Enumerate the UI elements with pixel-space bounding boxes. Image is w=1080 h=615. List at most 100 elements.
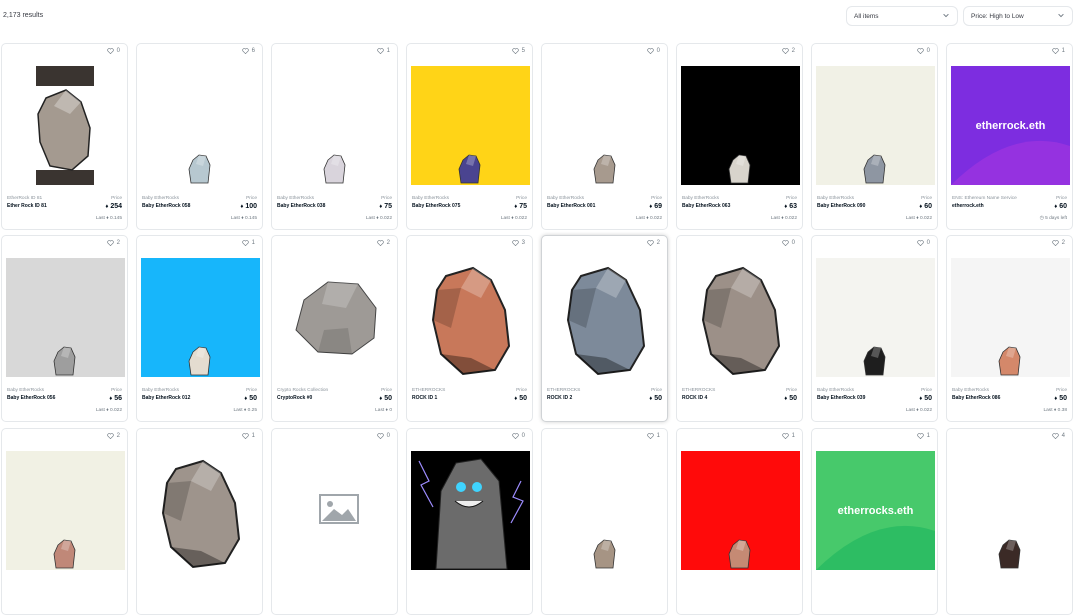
asset-card[interactable]: 1 [676,428,803,615]
asset-card[interactable]: 0 Baby EtherRocks Baby EtherRock 090 Price ♦… [811,43,938,230]
asset-name[interactable]: Ether Rock ID 81 [7,203,47,209]
favorite-button[interactable]: 2 [107,240,120,246]
asset-name[interactable]: etherrock.eth [952,203,984,209]
asset-image[interactable] [681,258,800,377]
asset-name[interactable]: Baby EtherRock 001 [547,203,595,209]
collection-name[interactable]: Baby EtherRocks [142,196,179,201]
favorite-button[interactable]: 0 [377,433,390,439]
asset-card[interactable]: 0 [406,428,533,615]
favorite-button[interactable]: 1 [242,433,255,439]
favorite-button[interactable]: 1 [647,433,660,439]
asset-card[interactable]: 2 Baby EtherRocks Baby EtherRock 056 Price ♦… [1,235,128,422]
collection-name[interactable]: Baby EtherRocks [277,196,314,201]
favorite-button[interactable]: 0 [917,48,930,54]
asset-image[interactable] [546,451,665,570]
asset-image[interactable]: etherrock.eth [951,66,1070,185]
collection-name[interactable]: ETHERROCKS [412,388,445,393]
favorite-button[interactable]: 0 [647,48,660,54]
favorite-button[interactable]: 1 [917,433,930,439]
collection-name[interactable]: Baby EtherRocks [547,196,584,201]
asset-name[interactable]: Baby EtherRock 075 [412,203,460,209]
asset-card[interactable]: 1 etherrock.eth ENS: Ethereum Name Service… [946,43,1073,230]
asset-name[interactable]: Baby EtherRock 039 [817,395,865,401]
favorite-button[interactable]: 0 [917,240,930,246]
asset-card[interactable]: 5 Baby EtherRocks Baby EtherRock 075 Price ♦… [406,43,533,230]
collection-name[interactable]: Baby EtherRocks [142,388,179,393]
favorite-button[interactable]: 1 [1052,48,1065,54]
asset-card[interactable]: 2 ETHERROCKS ROCK ID 2 Price ♦ 50 [541,235,668,422]
asset-image[interactable] [411,66,530,185]
favorite-button[interactable]: 1 [782,433,795,439]
collection-name[interactable]: Baby EtherRocks [682,196,719,201]
asset-name[interactable]: Baby EtherRock 086 [952,395,1000,401]
asset-image[interactable] [546,66,665,185]
collection-name[interactable]: Baby EtherRocks [817,196,854,201]
asset-image[interactable] [951,451,1070,570]
asset-card[interactable]: 4 [946,428,1073,615]
favorite-button[interactable]: 1 [242,240,255,246]
asset-name[interactable]: ROCK ID 4 [682,395,707,401]
asset-card[interactable]: 2 [1,428,128,615]
collection-name[interactable]: Baby EtherRocks [412,196,449,201]
asset-image[interactable] [411,258,530,377]
asset-card[interactable]: 0 Baby EtherRocks Baby EtherRock 039 Price ♦… [811,235,938,422]
asset-name[interactable]: Baby EtherRock 012 [142,395,190,401]
favorite-button[interactable]: 0 [782,240,795,246]
favorite-button[interactable]: 3 [512,240,525,246]
asset-image[interactable] [276,66,395,185]
asset-image[interactable] [276,451,395,570]
asset-card[interactable]: 2 Baby EtherRocks Baby EtherRock 063 Price ♦… [676,43,803,230]
asset-name[interactable]: Baby EtherRock 056 [7,395,55,401]
asset-image[interactable] [6,66,125,185]
asset-name[interactable]: ROCK ID 2 [547,395,572,401]
asset-image[interactable] [816,258,935,377]
favorite-button[interactable]: 0 [512,433,525,439]
collection-name[interactable]: Baby EtherRocks [817,388,854,393]
favorite-button[interactable]: 0 [107,48,120,54]
favorite-button[interactable]: 2 [107,433,120,439]
collection-name[interactable]: Crypto Rocks Collection [277,388,328,393]
asset-image[interactable] [6,258,125,377]
asset-card[interactable]: 1 Baby EtherRocks Baby EtherRock 038 Price ♦… [271,43,398,230]
asset-name[interactable]: ROCK ID 1 [412,395,437,401]
asset-card[interactable]: 0 [271,428,398,615]
favorite-button[interactable]: 1 [377,48,390,54]
asset-image[interactable] [141,451,260,570]
items-filter-select[interactable]: All items [846,6,958,26]
asset-image[interactable] [546,258,665,377]
favorite-button[interactable]: 2 [782,48,795,54]
sort-select[interactable]: Price: High to Low [963,6,1073,26]
asset-card[interactable]: 0 EtherRock ID 81 Ether Rock ID 81 Price ♦ 2… [1,43,128,230]
asset-card[interactable]: 2 Crypto Rocks Collection CryptoRock #0 Pri… [271,235,398,422]
asset-image[interactable] [411,451,530,570]
asset-card[interactable]: 1 Baby EtherRocks Baby EtherRock 012 Price ♦… [136,235,263,422]
collection-name[interactable]: Baby EtherRocks [7,388,44,393]
asset-image[interactable] [681,451,800,570]
collection-name[interactable]: ETHERROCKS [682,388,715,393]
collection-name[interactable]: EtherRock ID 81 [7,196,42,201]
asset-image[interactable] [6,451,125,570]
favorite-button[interactable]: 2 [377,240,390,246]
asset-card[interactable]: 6 Baby EtherRocks Baby EtherRock 058 Price ♦… [136,43,263,230]
asset-image[interactable] [681,66,800,185]
collection-name[interactable]: ENS: Ethereum Name Service [952,196,1017,201]
asset-image[interactable] [141,66,260,185]
asset-name[interactable]: Baby EtherRock 058 [142,203,190,209]
asset-card[interactable]: 1 [541,428,668,615]
favorite-button[interactable]: 2 [1052,240,1065,246]
asset-card[interactable]: 3 ETHERROCKS ROCK ID 1 Price ♦ 50 [406,235,533,422]
asset-card[interactable]: 2 Baby EtherRocks Baby EtherRock 086 Price ♦… [946,235,1073,422]
asset-image[interactable] [141,258,260,377]
asset-image[interactable] [816,66,935,185]
asset-card[interactable]: 0 ETHERROCKS ROCK ID 4 Price ♦ 50 [676,235,803,422]
asset-card[interactable]: 1 etherrocks.eth [811,428,938,615]
asset-image[interactable] [276,258,395,377]
favorite-button[interactable]: 6 [242,48,255,54]
collection-name[interactable]: Baby EtherRocks [952,388,989,393]
asset-card[interactable]: 1 [136,428,263,615]
favorite-button[interactable]: 5 [512,48,525,54]
asset-name[interactable]: Baby EtherRock 063 [682,203,730,209]
asset-image[interactable]: etherrocks.eth [816,451,935,570]
asset-card[interactable]: 0 Baby EtherRocks Baby EtherRock 001 Price ♦… [541,43,668,230]
favorite-button[interactable]: 2 [647,240,660,246]
